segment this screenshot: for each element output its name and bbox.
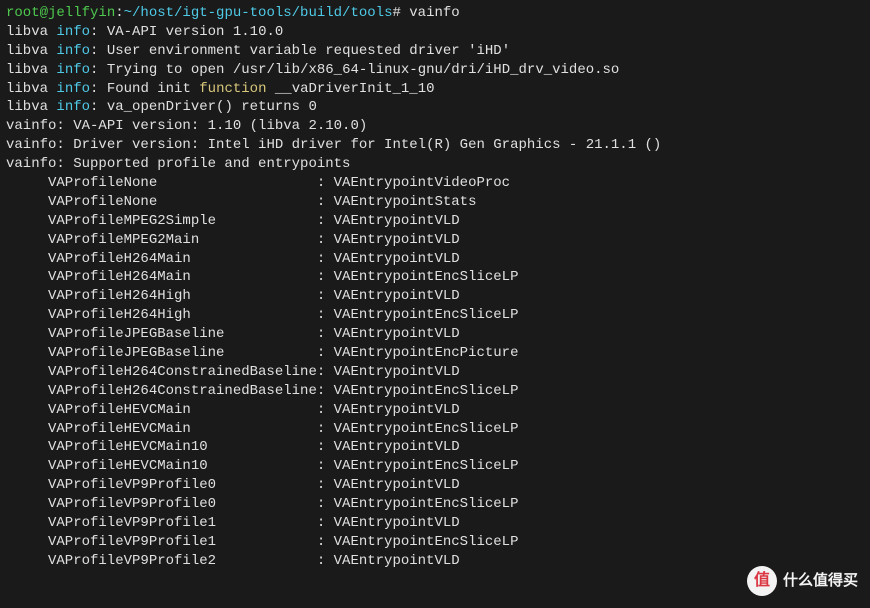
profile-entry: VAProfileNone : VAEntrypointVideoProc xyxy=(6,174,864,193)
prompt-line[interactable]: root@jellfyin:~/host/igt-gpu-tools/build… xyxy=(6,4,864,23)
profile-entry: VAProfileNone : VAEntrypointStats xyxy=(6,193,864,212)
watermark: 值 什么值得买 xyxy=(747,566,858,596)
command-text: vainfo xyxy=(401,5,460,21)
profile-entry: VAProfileHEVCMain10 : VAEntrypointVLD xyxy=(6,438,864,457)
vainfo-supported: vainfo: Supported profile and entrypoint… xyxy=(6,155,864,174)
terminal-output: root@jellfyin:~/host/igt-gpu-tools/build… xyxy=(6,4,864,571)
vainfo-driver: vainfo: Driver version: Intel iHD driver… xyxy=(6,136,864,155)
prompt-user: root@jellfyin xyxy=(6,5,115,21)
profile-entry: VAProfileVP9Profile1 : VAEntrypointVLD xyxy=(6,514,864,533)
libva-line: libva info: Found init function __vaDriv… xyxy=(6,80,864,99)
libva-line: libva info: Trying to open /usr/lib/x86_… xyxy=(6,61,864,80)
profile-entry: VAProfileJPEGBaseline : VAEntrypointEncP… xyxy=(6,344,864,363)
libva-line: libva info: VA-API version 1.10.0 xyxy=(6,23,864,42)
profile-entry: VAProfileMPEG2Simple : VAEntrypointVLD xyxy=(6,212,864,231)
profile-entry: VAProfileH264ConstrainedBaseline: VAEntr… xyxy=(6,363,864,382)
profile-entry: VAProfileH264High : VAEntrypointVLD xyxy=(6,287,864,306)
profile-entry: VAProfileHEVCMain10 : VAEntrypointEncSli… xyxy=(6,457,864,476)
function-keyword: function xyxy=(199,81,266,97)
profile-entry: VAProfileVP9Profile1 : VAEntrypointEncSl… xyxy=(6,533,864,552)
watermark-text: 什么值得买 xyxy=(783,571,858,591)
libva-line: libva info: va_openDriver() returns 0 xyxy=(6,98,864,117)
watermark-badge-icon: 值 xyxy=(747,566,777,596)
profile-entry: VAProfileH264Main : VAEntrypointVLD xyxy=(6,250,864,269)
profile-entry: VAProfileH264High : VAEntrypointEncSlice… xyxy=(6,306,864,325)
profile-entry: VAProfileH264Main : VAEntrypointEncSlice… xyxy=(6,268,864,287)
profile-list: VAProfileNone : VAEntrypointVideoProcVAP… xyxy=(6,174,864,571)
profile-entry: VAProfileH264ConstrainedBaseline: VAEntr… xyxy=(6,382,864,401)
prompt-path: ~/host/igt-gpu-tools/build/tools xyxy=(124,5,393,21)
vainfo-version: vainfo: VA-API version: 1.10 (libva 2.10… xyxy=(6,117,864,136)
profile-entry: VAProfileVP9Profile2 : VAEntrypointVLD xyxy=(6,552,864,571)
libva-line: libva info: User environment variable re… xyxy=(6,42,864,61)
profile-entry: VAProfileMPEG2Main : VAEntrypointVLD xyxy=(6,231,864,250)
profile-entry: VAProfileVP9Profile0 : VAEntrypointEncSl… xyxy=(6,495,864,514)
profile-entry: VAProfileJPEGBaseline : VAEntrypointVLD xyxy=(6,325,864,344)
profile-entry: VAProfileVP9Profile0 : VAEntrypointVLD xyxy=(6,476,864,495)
profile-entry: VAProfileHEVCMain : VAEntrypointVLD xyxy=(6,401,864,420)
profile-entry: VAProfileHEVCMain : VAEntrypointEncSlice… xyxy=(6,420,864,439)
